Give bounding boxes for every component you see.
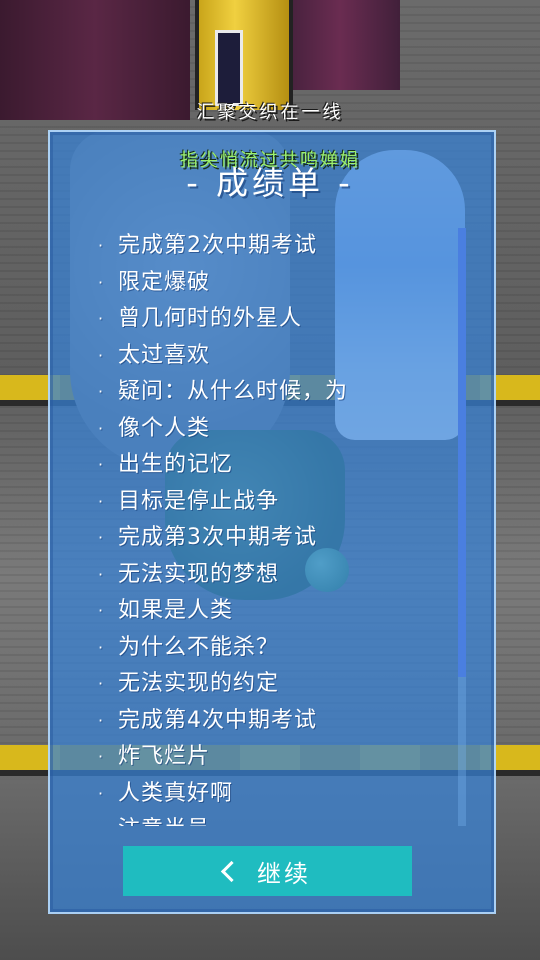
achievement-item: · 太过喜欢 bbox=[98, 338, 448, 375]
achievement-item: · 曾几何时的外星人 bbox=[98, 301, 448, 338]
achievement-label: 无法实现的约定 bbox=[118, 671, 280, 696]
achievement-label: 人类真好啊 bbox=[118, 780, 234, 806]
achievement-label: 注意半员 bbox=[118, 817, 210, 826]
achievement-label: 目标是停止战争 bbox=[118, 488, 280, 514]
achievement-label: 疑问：从什么时候，为 bbox=[118, 379, 349, 404]
achievement-label: 完成第3次中期考试 bbox=[118, 525, 317, 550]
bullet-icon: · bbox=[98, 783, 105, 803]
achievement-label: 出生的记忆 bbox=[118, 452, 234, 477]
bullet-icon: · bbox=[98, 710, 105, 730]
achievement-label: 完成第4次中期考试 bbox=[118, 707, 317, 733]
bullet-icon: · bbox=[98, 637, 105, 657]
scrollbar-thumb[interactable] bbox=[458, 228, 466, 677]
achievement-label: 为什么不能杀？ bbox=[118, 634, 280, 660]
scorecard-title: - 成绩单 - bbox=[186, 164, 354, 202]
achievement-label: 如果是人类 bbox=[118, 598, 234, 623]
achievement-item: · 完成第2次中期考试 bbox=[98, 228, 448, 265]
bullet-icon: · bbox=[98, 236, 105, 255]
bullet-icon: · bbox=[98, 491, 105, 511]
bullet-icon: · bbox=[98, 747, 105, 766]
achievement-item: · 疑问：从什么时候，为 bbox=[98, 374, 448, 411]
bullet-icon: · bbox=[98, 272, 105, 292]
achievement-item: · 炸飞烂片 bbox=[98, 739, 448, 776]
bullet-icon: · bbox=[98, 812, 118, 826]
achievement-label: 完成第2次中期考试 bbox=[118, 233, 317, 258]
bullet-icon: · bbox=[98, 528, 105, 547]
achievement-label: 限定爆破 bbox=[118, 269, 211, 295]
bullet-icon: · bbox=[98, 345, 105, 365]
game-screen: 汇聚交织在一线 指尖悄流过共鸣婵娟 - 成绩单 - · 完成第2次中期考试 · 限定爆… bbox=[0, 0, 540, 960]
background-curtain-right bbox=[280, 0, 400, 90]
achievement-label: 炸飞烂片 bbox=[118, 744, 211, 769]
achievement-label: 太过喜欢 bbox=[118, 342, 211, 368]
achievement-label: 无法实现的梦想 bbox=[118, 561, 280, 587]
bullet-icon: · bbox=[98, 382, 105, 401]
bullet-icon: · bbox=[98, 455, 105, 474]
achievement-list[interactable]: · 完成第2次中期考试 · 限定爆破 · 曾几何时的外星人 · 太过喜欢 · 疑问：从什么时候，为… bbox=[98, 228, 448, 826]
continue-button[interactable]: 继续 bbox=[123, 846, 412, 896]
achievement-item: · 像个人类 bbox=[98, 411, 448, 448]
achievement-item: · 出生的记忆 bbox=[98, 447, 448, 484]
chevron-left-icon bbox=[220, 860, 243, 882]
achievement-item: · 完成第3次中期考试 bbox=[98, 520, 448, 557]
achievement-item: · 为什么不能杀？ bbox=[98, 630, 448, 667]
bullet-icon: · bbox=[98, 418, 105, 438]
achievement-item: · 如果是人类 bbox=[98, 593, 448, 630]
continue-button-label: 继续 bbox=[257, 859, 311, 888]
achievement-item: · 完成第4次中期考试 bbox=[98, 703, 448, 740]
achievement-label: 曾几何时的外星人 bbox=[118, 306, 303, 331]
achievement-item: · 无法实现的梦想 bbox=[98, 557, 448, 594]
bullet-icon: · bbox=[98, 674, 105, 693]
background-pillar bbox=[195, 0, 293, 110]
bullet-icon: · bbox=[98, 309, 105, 328]
achievement-item: · 目标是停止战争 bbox=[98, 484, 448, 521]
bullet-icon: · bbox=[98, 564, 105, 584]
list-scrollbar[interactable] bbox=[458, 228, 466, 826]
achievement-item: · 人类真好啊 bbox=[98, 776, 448, 813]
achievement-item: ·注意半员 bbox=[98, 812, 448, 826]
bullet-icon: · bbox=[98, 601, 105, 620]
achievement-label: 像个人类 bbox=[118, 415, 211, 441]
achievement-item: · 无法实现的约定 bbox=[98, 666, 448, 703]
background-pillar-slot bbox=[215, 30, 243, 106]
lyric-caption-line1: 汇聚交织在一线 bbox=[196, 102, 344, 123]
achievement-item: · 限定爆破 bbox=[98, 265, 448, 302]
